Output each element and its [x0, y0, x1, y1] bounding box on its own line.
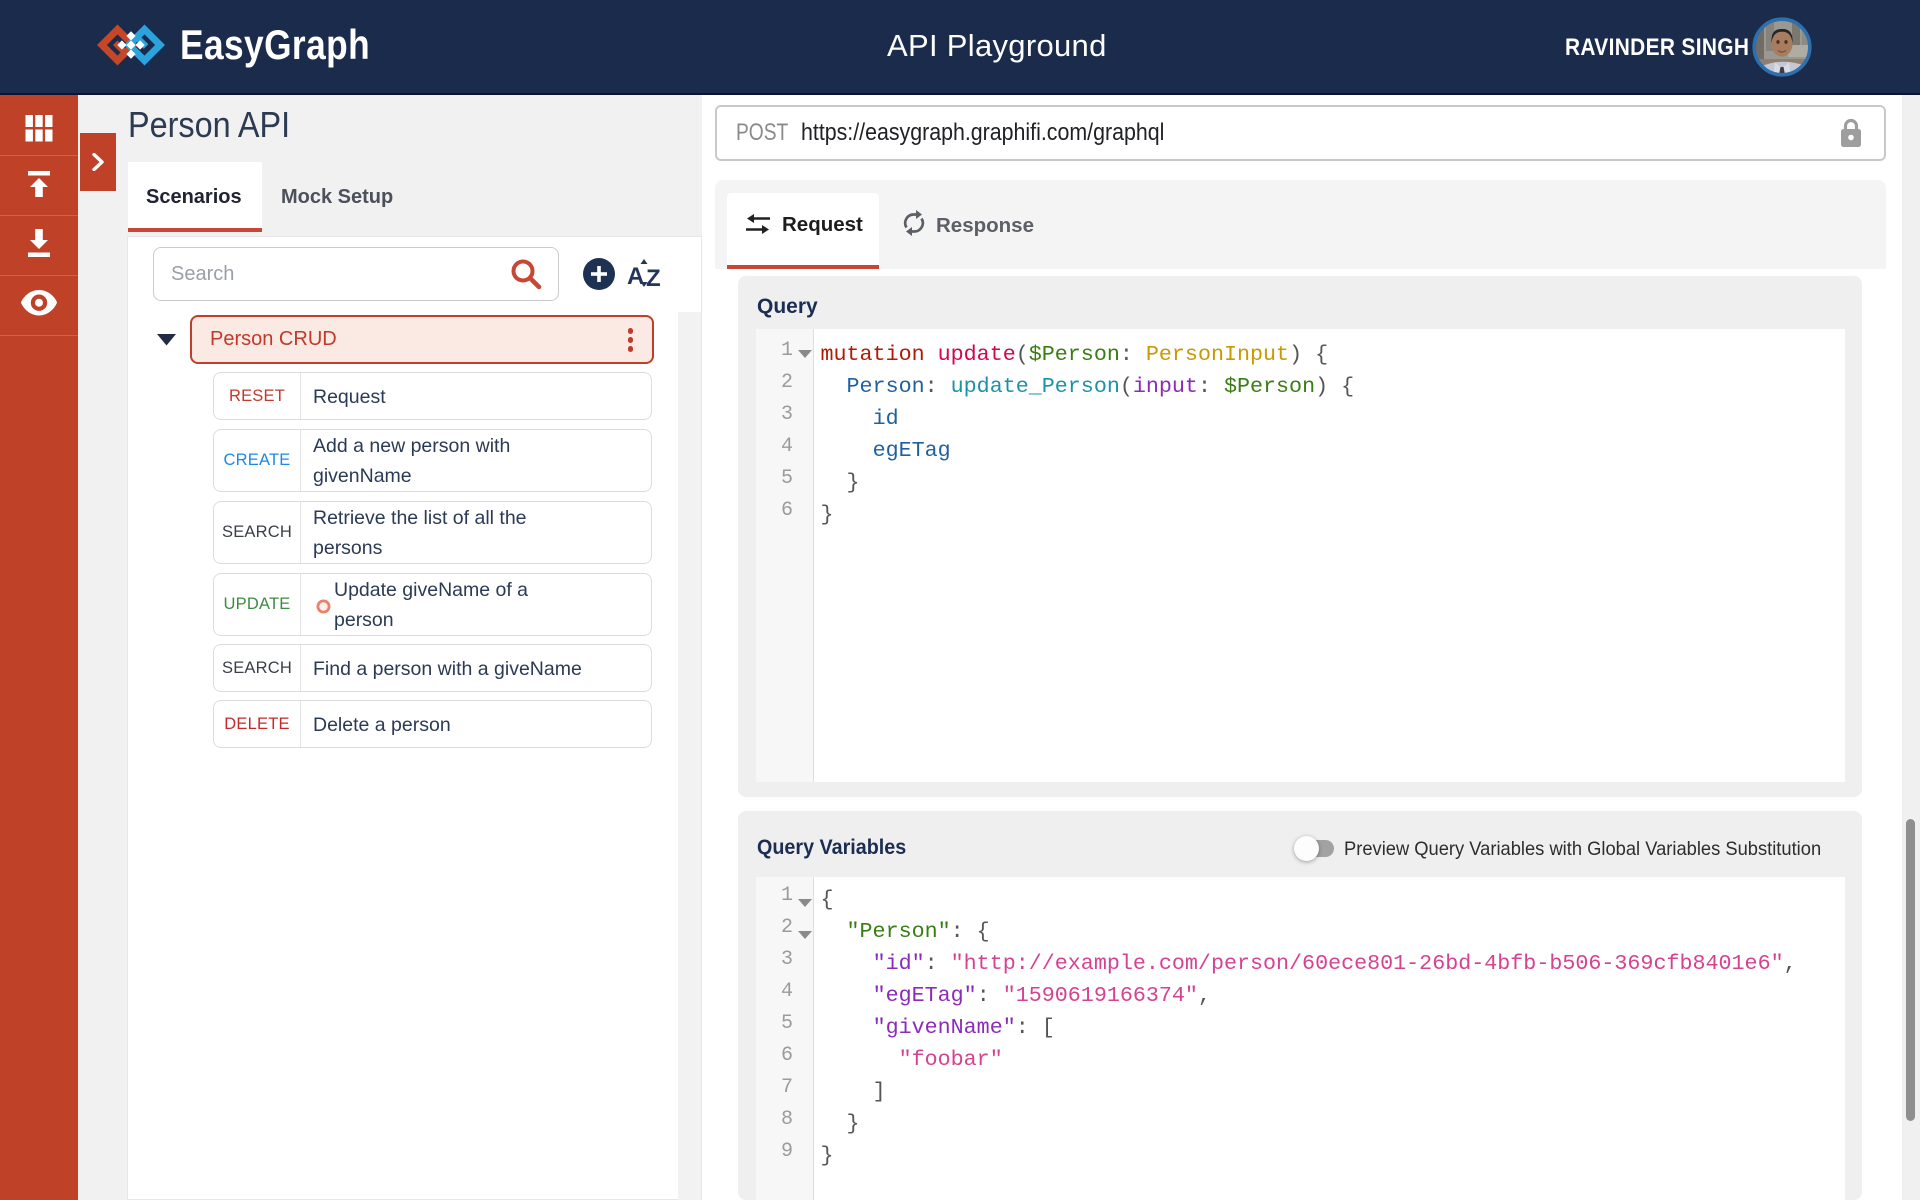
svg-text:Z: Z [646, 265, 661, 290]
svg-text:A: A [627, 263, 644, 290]
